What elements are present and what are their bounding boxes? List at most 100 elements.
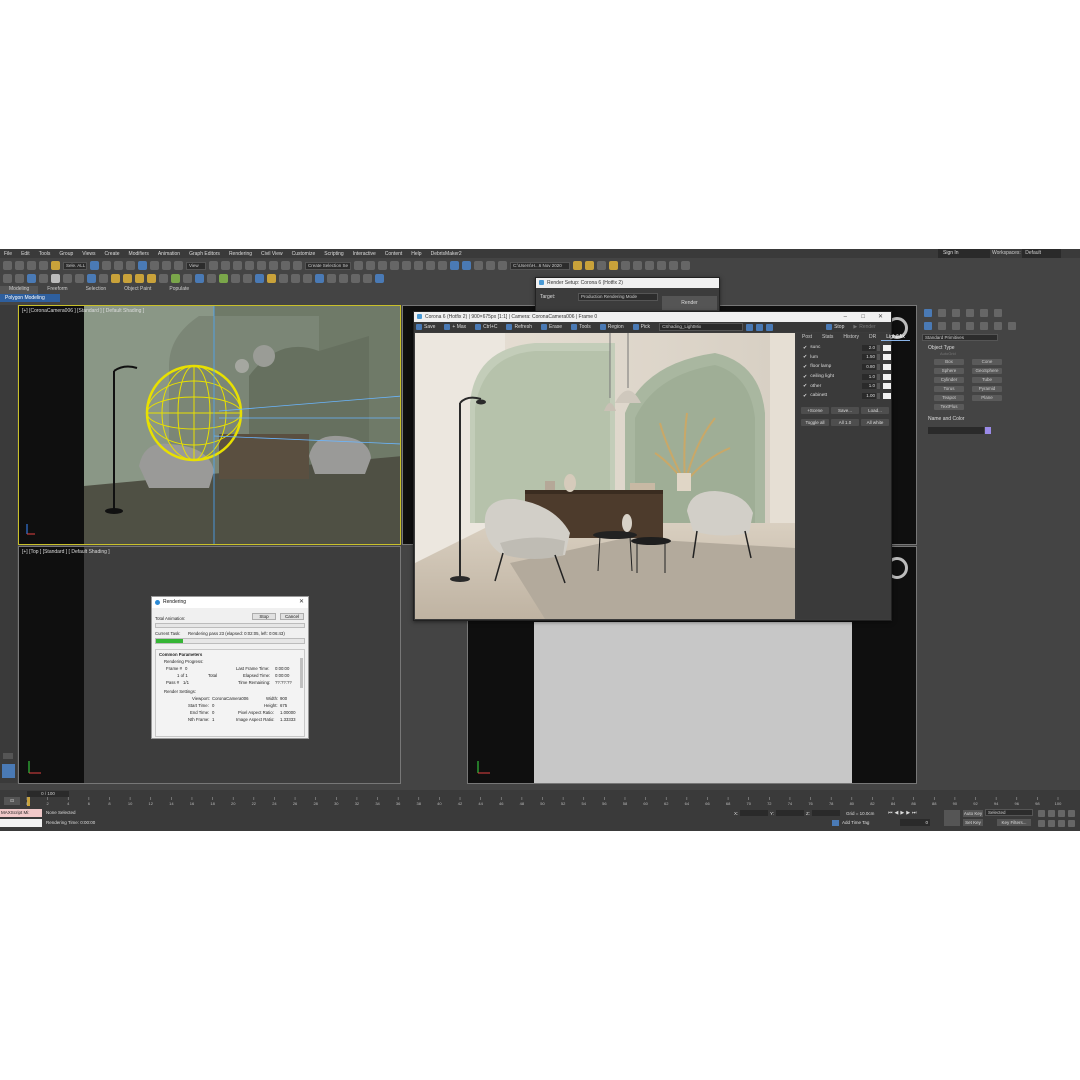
helpers-icon[interactable] — [980, 322, 988, 330]
zoom-extents-icon[interactable] — [1058, 810, 1065, 817]
menu-group[interactable]: Group — [59, 251, 73, 257]
lightmix-load-button[interactable]: Load... — [861, 407, 889, 414]
material-editor-icon[interactable] — [438, 261, 447, 270]
floor-lamp-value[interactable]: 0.80 — [862, 363, 876, 370]
render-in-cloud-icon[interactable] — [486, 261, 495, 270]
rendering-close-icon[interactable]: ✕ — [299, 597, 304, 608]
tool-i-icon[interactable] — [99, 274, 108, 283]
camera-viewport[interactable]: [+] [CoronaCamera006 ] [Standard ] [ Def… — [18, 305, 401, 545]
selection-set-dropdown[interactable]: Create Selection Se — [305, 261, 351, 270]
tab-dr[interactable]: DR — [864, 334, 881, 340]
maxscript-listener[interactable]: MAXScript Mi: — [0, 809, 42, 817]
lights-icon[interactable] — [952, 322, 960, 330]
menu-animation[interactable]: Animation — [158, 251, 180, 257]
edit-named-sets-icon[interactable] — [293, 261, 302, 270]
tool-aa-icon[interactable] — [315, 274, 324, 283]
polygon-modeling-panel[interactable]: Polygon Modeling — [0, 294, 60, 302]
motion-tab-icon[interactable] — [966, 309, 974, 317]
zoom-extents-all-icon[interactable] — [1068, 810, 1075, 817]
align-icon[interactable] — [366, 261, 375, 270]
tool-q-icon[interactable] — [195, 274, 204, 283]
select-object-icon[interactable] — [90, 261, 99, 270]
zoom-icon[interactable] — [1038, 810, 1045, 817]
textplus-button[interactable]: TextPlus — [934, 404, 964, 410]
region-button[interactable]: Region — [599, 324, 630, 330]
add-scene-button[interactable]: +Scene — [801, 407, 829, 414]
floor-lamp-spinner[interactable] — [876, 363, 880, 370]
corona-converter-icon[interactable] — [621, 261, 630, 270]
project-folder-dropdown[interactable]: C:\Users\H...6 Nov 2020 — [510, 261, 570, 270]
top-viewport-label[interactable]: [+] [Top ] [Standard ] [ Default Shading… — [22, 549, 110, 555]
undo-icon[interactable] — [3, 261, 12, 270]
sunc-value[interactable]: 2.0 — [862, 344, 876, 351]
name-and-color-header[interactable]: Name and Color — [922, 416, 998, 422]
menu-rendering[interactable]: Rendering — [229, 251, 252, 257]
z-coord-field[interactable] — [812, 810, 840, 816]
rect-region-icon[interactable] — [114, 261, 123, 270]
tool-x-icon[interactable] — [279, 274, 288, 283]
tool-h-icon[interactable] — [87, 274, 96, 283]
sunc-spinner[interactable] — [876, 344, 880, 351]
menu-file[interactable]: File — [4, 251, 12, 257]
menu-edit[interactable]: Edit — [21, 251, 30, 257]
common-params-header[interactable]: Common Parameters — [159, 652, 202, 657]
all-one-button[interactable]: All 1.0 — [831, 419, 859, 426]
pivot-center-icon[interactable] — [209, 261, 218, 270]
sunc-color-swatch[interactable] — [882, 344, 891, 351]
orbit-icon[interactable] — [1058, 820, 1065, 827]
viewport-layout-icon[interactable] — [2, 764, 15, 778]
unlink-icon[interactable] — [39, 261, 48, 270]
systems-icon[interactable] — [1008, 322, 1016, 330]
tool-z-icon[interactable] — [303, 274, 312, 283]
lum-spinner[interactable] — [876, 354, 880, 361]
tool-n-icon[interactable] — [159, 274, 168, 283]
tools-button[interactable]: Tools — [571, 324, 597, 330]
schematic-view-icon[interactable] — [426, 261, 435, 270]
render-setup-titlebar[interactable]: Render Setup: Corona 6 (Hotfix 2) — [536, 278, 719, 288]
maximize-viewport-icon[interactable] — [1068, 820, 1075, 827]
tool-k-icon[interactable] — [123, 274, 132, 283]
ceiling-light-color-swatch[interactable] — [882, 373, 891, 380]
set-key-button[interactable]: Set Key — [963, 819, 983, 826]
key-selection-dropdown[interactable]: Selected — [985, 809, 1033, 816]
tab-freeform[interactable]: Freeform — [38, 286, 76, 294]
menu-help[interactable]: Help — [411, 251, 421, 257]
tool-y-icon[interactable] — [291, 274, 300, 283]
target-dropdown[interactable]: Production Rendering Mode — [578, 293, 658, 301]
playback-controls[interactable]: ⏮◀▶▶⏭ — [888, 810, 936, 816]
ceiling-light-value[interactable]: 1.0 — [862, 373, 876, 380]
zoom-in-icon[interactable] — [746, 323, 754, 331]
corona-scatter-icon[interactable] — [645, 261, 654, 270]
render-element-dropdown[interactable]: CShading_LightMix — [659, 323, 744, 331]
reference-coord-dropdown[interactable]: View — [186, 261, 206, 270]
to-max-button[interactable]: + Max — [444, 324, 472, 330]
tab-populate[interactable]: Populate — [160, 286, 198, 294]
layer-explorer-icon[interactable] — [390, 261, 399, 270]
display-tab-icon[interactable] — [980, 309, 988, 317]
minimize-icon[interactable]: – — [844, 312, 847, 322]
mirror-icon[interactable] — [354, 261, 363, 270]
tool-l-icon[interactable] — [135, 274, 144, 283]
cylinder-button[interactable]: Cylinder — [934, 377, 964, 383]
spacewarps-icon[interactable] — [994, 322, 1002, 330]
cone-button[interactable]: Cone — [972, 359, 1002, 365]
tool-d-icon[interactable] — [39, 274, 48, 283]
tool-v-icon[interactable] — [255, 274, 264, 283]
menu-views[interactable]: Views — [82, 251, 95, 257]
toggle-ribbon-icon[interactable] — [402, 261, 411, 270]
menu-graph-editors[interactable]: Graph Editors — [189, 251, 220, 257]
pyramid-button[interactable]: Pyramid — [972, 386, 1002, 392]
auto-key-button[interactable]: Auto Key — [963, 810, 983, 817]
y-coord-field[interactable] — [776, 810, 804, 816]
ceiling-light-spinner[interactable] — [876, 373, 880, 380]
x-coord-field[interactable] — [740, 810, 768, 816]
render-button[interactable]: Render — [662, 296, 717, 310]
tool-af-icon[interactable] — [375, 274, 384, 283]
percent-snap-icon[interactable] — [269, 261, 278, 270]
rendering-cancel-button[interactable]: Cancel — [280, 613, 304, 620]
key-filters-button[interactable]: Key Filters... — [997, 819, 1031, 826]
other-value[interactable]: 1.0 — [862, 383, 876, 390]
time-tag-icon[interactable] — [832, 820, 839, 826]
rendering-titlebar[interactable]: Rendering ✕ — [152, 597, 308, 608]
tool-r-icon[interactable] — [207, 274, 216, 283]
